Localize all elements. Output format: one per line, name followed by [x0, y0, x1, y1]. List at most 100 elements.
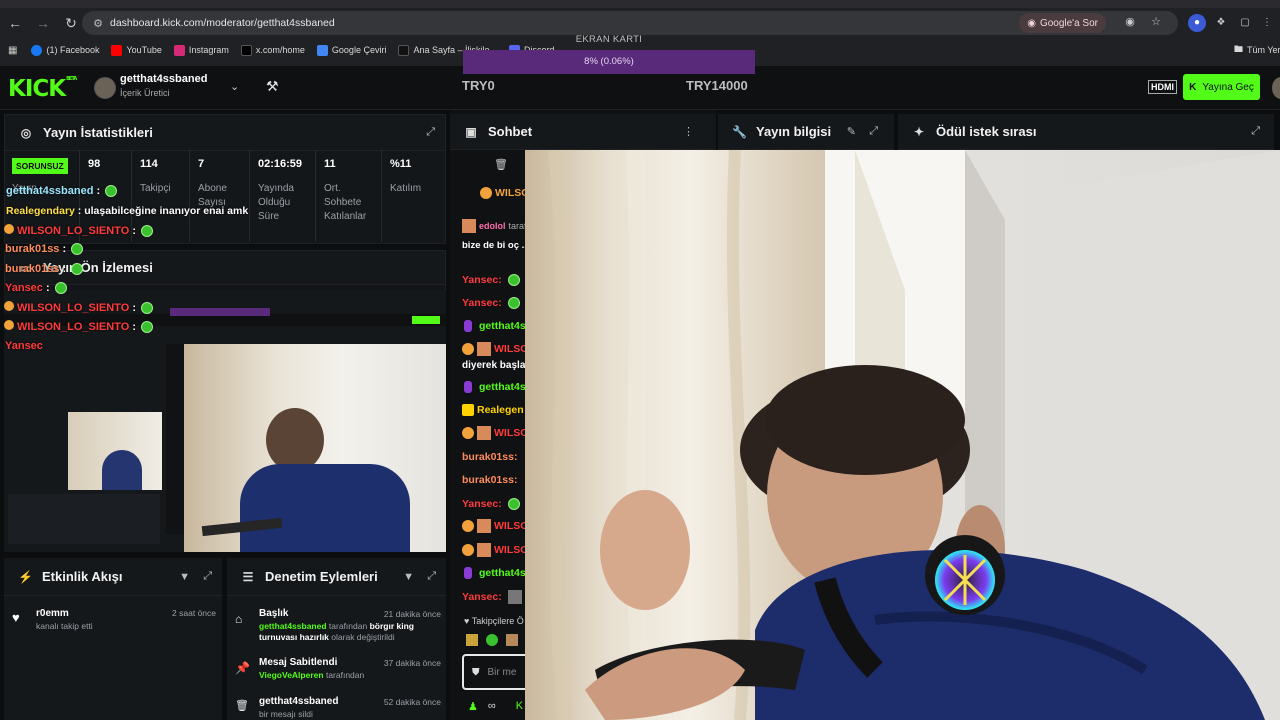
- bookmark-youtube[interactable]: YouTube: [111, 44, 162, 56]
- trash-icon: 🗑: [235, 700, 249, 712]
- expand-icon[interactable]: ⤢: [1251, 125, 1260, 138]
- reload-icon[interactable]: ↻: [58, 10, 84, 36]
- activity-item[interactable]: ♥ r0emm kanalı takip etti 2 saat önce: [12, 608, 218, 631]
- chat-username[interactable]: WILSO: [494, 520, 528, 532]
- hammer-icon[interactable]: ⚒: [266, 78, 279, 95]
- emote-icon[interactable]: [506, 634, 518, 646]
- chat-username[interactable]: edolol: [479, 221, 506, 231]
- chat-username[interactable]: WILSO: [494, 427, 528, 439]
- emote-icon: [54, 282, 67, 295]
- overlay-chat-line: WILSON_LO_SIENTO :: [4, 224, 154, 238]
- moderation-item[interactable]: ⌂ Başlık 21 dakika önce getthat4ssbaned …: [235, 608, 441, 643]
- infinity-icon[interactable]: ∞: [488, 700, 496, 713]
- hdmi-icon[interactable]: HDMI: [1148, 80, 1177, 94]
- url-text[interactable]: dashboard.kick.com/moderator/getthat4ssb…: [110, 17, 335, 29]
- moderation-actor[interactable]: ViegoVeAlperen: [259, 670, 324, 680]
- chat-message-row[interactable]: Yansec:: [462, 493, 520, 515]
- google-ask-button[interactable]: ◉ Google'a Sor: [1019, 13, 1106, 33]
- expand-icon[interactable]: ⤢: [427, 570, 436, 583]
- chat-input[interactable]: ⛊ Bir me: [462, 654, 532, 690]
- chat-message-row[interactable]: diyerek başla: [462, 354, 525, 376]
- all-bookmarks[interactable]: 🖿 Tüm Yer: [1234, 42, 1280, 58]
- chat-message-row[interactable]: getthat4s: [464, 562, 526, 584]
- expand-icon[interactable]: ⤢: [869, 125, 878, 138]
- chat-message-row[interactable]: WILSO: [480, 182, 529, 204]
- chat-message-row[interactable]: Yansec:: [462, 269, 520, 291]
- moderation-actor[interactable]: getthat4ssbaned: [259, 621, 327, 631]
- chat-message-row[interactable]: Yansec:: [462, 586, 525, 608]
- trash-icon[interactable]: 🗑: [494, 158, 508, 171]
- users-icon[interactable]: ♟: [468, 700, 478, 713]
- chat-username[interactable]: burak01ss:: [462, 474, 517, 486]
- kick-logo[interactable]: KICKBETA: [8, 76, 77, 102]
- more-options-icon[interactable]: ⋮: [683, 125, 694, 138]
- forward-icon[interactable]: →: [30, 10, 56, 36]
- bookmark-label: Google Çeviri: [331, 45, 387, 55]
- youtube-icon: [111, 44, 123, 56]
- chat-message-row[interactable]: WILSO: [462, 539, 528, 561]
- avatar[interactable]: [94, 77, 116, 99]
- kick-icon[interactable]: K: [516, 700, 523, 713]
- heart-icon: ♥: [12, 610, 20, 625]
- bookmark-star-icon[interactable]: ☆: [1148, 15, 1164, 31]
- site-settings-icon[interactable]: ⚙: [86, 17, 110, 30]
- tab-strip: [0, 0, 1280, 8]
- chat-message-row[interactable]: getthat4s: [464, 315, 526, 337]
- expand-icon[interactable]: ⤢: [203, 570, 212, 583]
- kick-emote-icon[interactable]: [466, 634, 478, 646]
- eye-off-icon[interactable]: ◉: [1122, 15, 1138, 31]
- chat-username[interactable]: burak01ss:: [462, 451, 517, 463]
- stat-label: Ort. Sohbete Katılanlar: [324, 183, 367, 222]
- chat-message-row[interactable]: Realegen: [462, 399, 524, 421]
- chat-message-row[interactable]: WILSO: [462, 515, 528, 537]
- filter-icon[interactable]: ▼: [179, 571, 190, 583]
- address-bar[interactable]: ⚙ dashboard.kick.com/moderator/getthat4s…: [82, 11, 1178, 35]
- chat-username[interactable]: Realegen: [477, 404, 524, 416]
- menu-icon[interactable]: ⋮: [1258, 14, 1276, 32]
- moderation-time: 21 dakika önce: [383, 609, 441, 619]
- chat-username[interactable]: WILSO: [494, 544, 528, 556]
- chat-separator: :: [129, 302, 140, 314]
- bookmark-facebook[interactable]: (1) Facebook: [31, 44, 99, 56]
- chat-message-row[interactable]: bize de bi oç ..: [462, 234, 527, 256]
- edit-icon[interactable]: ✎: [847, 125, 856, 138]
- extension-icon[interactable]: ●: [1188, 14, 1206, 32]
- moderation-item[interactable]: 🗑 getthat4ssbaned 52 dakika önce bir mes…: [235, 696, 441, 719]
- chat-username[interactable]: getthat4s: [479, 381, 526, 393]
- extension-icon[interactable]: ▢: [1236, 14, 1254, 32]
- chevron-down-icon[interactable]: ⌄: [230, 80, 239, 93]
- emote-icon: [141, 321, 154, 334]
- filter-icon[interactable]: ▼: [403, 571, 414, 583]
- chat-message-row[interactable]: burak01ss:: [462, 446, 517, 468]
- badge-icon: [4, 224, 14, 234]
- emote-icon: [507, 498, 520, 510]
- chat-message-row[interactable]: getthat4s: [464, 376, 526, 398]
- chat-message-row[interactable]: WILSO: [462, 422, 528, 444]
- apps-grid-icon[interactable]: ▦: [8, 45, 17, 56]
- extensions-puzzle-icon[interactable]: ❖: [1212, 14, 1230, 32]
- x-icon: [240, 44, 252, 56]
- channel-name[interactable]: getthat4ssbaned: [120, 73, 207, 85]
- chat-username[interactable]: Yansec:: [462, 297, 502, 309]
- back-icon[interactable]: ←: [2, 10, 28, 36]
- emote-icon[interactable]: [486, 634, 498, 646]
- chat-username[interactable]: getthat4s: [479, 320, 526, 332]
- bookmark-google-translate[interactable]: Google Çeviri: [316, 44, 387, 56]
- preview-gpu-bar: [170, 308, 270, 316]
- expand-icon[interactable]: ⤢: [426, 126, 435, 139]
- profile-avatar[interactable]: [1272, 77, 1280, 99]
- go-live-button[interactable]: K Yayına Geç: [1183, 74, 1260, 100]
- overlay-chat-line: getthat4ssbaned :: [6, 185, 118, 198]
- chat-username[interactable]: Yansec:: [462, 274, 502, 286]
- chat-username[interactable]: Yansec:: [462, 498, 502, 510]
- chat-message-row[interactable]: burak01ss:: [462, 469, 517, 491]
- kick-k-icon: K: [1189, 81, 1197, 93]
- moderation-time: 52 dakika önce: [383, 697, 441, 707]
- bookmark-instagram[interactable]: Instagram: [173, 44, 229, 56]
- followers-only-row[interactable]: ♥ Takipçilere Ö: [464, 616, 524, 626]
- chat-message-row[interactable]: Yansec:: [462, 292, 520, 314]
- chat-username[interactable]: Yansec:: [462, 591, 502, 603]
- bookmark-x[interactable]: x.com/home: [240, 44, 305, 56]
- chat-username[interactable]: getthat4s: [479, 567, 526, 579]
- moderation-item[interactable]: 📌 Mesaj Sabitlendi 37 dakika önce ViegoV…: [235, 657, 441, 680]
